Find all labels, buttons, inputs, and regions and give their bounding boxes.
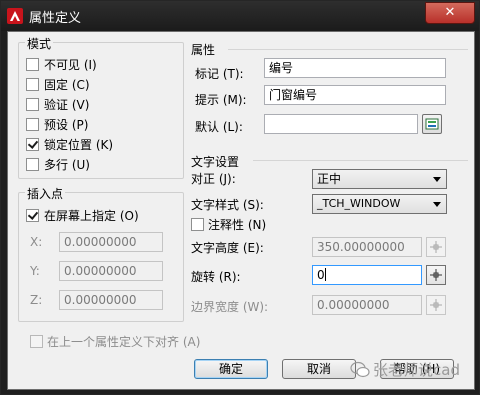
default-input[interactable]: [264, 114, 418, 134]
text-style-value: _TCH_WINDOW: [317, 197, 401, 210]
justify-value: 正中: [317, 172, 342, 186]
text-settings-title: 文字设置: [191, 155, 240, 169]
boundary-width-label: 边界宽度 (W):: [191, 300, 269, 314]
crosshair-icon: [430, 269, 442, 281]
z-coordinate-field[interactable]: 0.00000000: [59, 290, 163, 310]
crosshair-icon: [430, 241, 442, 253]
pick-rotation-button[interactable]: [426, 265, 446, 285]
annotative-checkbox[interactable]: [191, 218, 204, 231]
preset-label: 预设 (P): [44, 118, 89, 132]
pick-width-button[interactable]: [426, 295, 446, 315]
close-icon: ✕: [444, 5, 456, 20]
x-coordinate-field[interactable]: 0.00000000: [59, 232, 163, 252]
invisible-checkbox[interactable]: [26, 58, 39, 71]
ok-button[interactable]: 确定: [194, 359, 268, 379]
multiple-lines-label: 多行 (U): [44, 158, 90, 172]
rotation-label: 旋转 (R):: [191, 270, 241, 284]
lock-position-checkbox[interactable]: [26, 138, 39, 151]
chevron-down-icon: [433, 202, 441, 207]
justify-label: 对正 (J):: [191, 172, 236, 186]
insert-field-icon: [425, 118, 439, 130]
verify-checkbox[interactable]: [26, 98, 39, 111]
autocad-app-icon: [7, 8, 23, 24]
insertion-point-title: 插入点: [25, 185, 66, 202]
dialog-body: 模式 不可见 (I) 固定 (C) 验证 (V) 预设 (P) 锁定位置 (K)…: [7, 31, 475, 390]
wechat-icon: [350, 361, 370, 378]
text-style-select[interactable]: _TCH_WINDOW: [312, 194, 447, 214]
specify-on-screen-checkbox[interactable]: [26, 209, 39, 222]
specify-on-screen-label: 在屏幕上指定 (O): [44, 209, 139, 223]
mode-group: [18, 42, 184, 179]
justify-select[interactable]: 正中: [312, 169, 447, 189]
constant-checkbox[interactable]: [26, 78, 39, 91]
cancel-button[interactable]: 取消: [282, 359, 356, 379]
text-settings-divider: [253, 160, 468, 161]
align-below-label: 在上一个属性定义下对齐 (A): [47, 335, 201, 349]
text-style-label: 文字样式 (S):: [191, 198, 264, 212]
attribute-divider: [228, 49, 468, 50]
rotation-input[interactable]: 0: [312, 265, 422, 285]
multiple-lines-checkbox[interactable]: [26, 158, 39, 171]
rotation-value: 0: [317, 268, 325, 282]
default-label: 默认 (L):: [195, 120, 243, 134]
tag-input[interactable]: 编号: [264, 58, 446, 78]
window-title: 属性定义: [29, 11, 82, 26]
mode-group-title: 模式: [25, 35, 54, 52]
x-label: X:: [30, 235, 43, 249]
align-below-checkbox[interactable]: [30, 335, 43, 348]
text-height-label: 文字高度 (E):: [191, 241, 264, 255]
preset-checkbox[interactable]: [26, 118, 39, 131]
y-label: Y:: [30, 264, 40, 278]
attribute-definition-dialog: 属性定义 ✕ 模式 不可见 (I) 固定 (C) 验证 (V) 预设 (P) 锁…: [0, 0, 480, 395]
constant-label: 固定 (C): [44, 78, 90, 92]
annotative-label: 注释性 (N): [208, 218, 267, 232]
watermark-text: 张老师说cad: [373, 361, 460, 379]
close-button[interactable]: ✕: [425, 2, 475, 24]
chevron-down-icon: [433, 177, 441, 182]
text-caret: [324, 268, 326, 281]
insert-field-button[interactable]: [422, 114, 442, 134]
z-label: Z:: [30, 293, 43, 307]
boundary-width-input[interactable]: 0.00000000: [312, 295, 422, 315]
pick-height-button[interactable]: [426, 237, 446, 257]
tag-label: 标记 (T):: [195, 67, 244, 81]
prompt-label: 提示 (M):: [195, 93, 247, 107]
invisible-label: 不可见 (I): [44, 58, 97, 72]
prompt-input[interactable]: 门窗编号: [264, 85, 446, 105]
text-height-input[interactable]: 350.00000000: [312, 237, 422, 257]
lock-position-label: 锁定位置 (K): [44, 138, 114, 152]
crosshair-icon: [430, 299, 442, 311]
attribute-section-title: 属性: [191, 43, 216, 57]
y-coordinate-field[interactable]: 0.00000000: [59, 261, 163, 281]
title-bar[interactable]: 属性定义 ✕: [1, 1, 479, 31]
verify-label: 验证 (V): [44, 98, 90, 112]
